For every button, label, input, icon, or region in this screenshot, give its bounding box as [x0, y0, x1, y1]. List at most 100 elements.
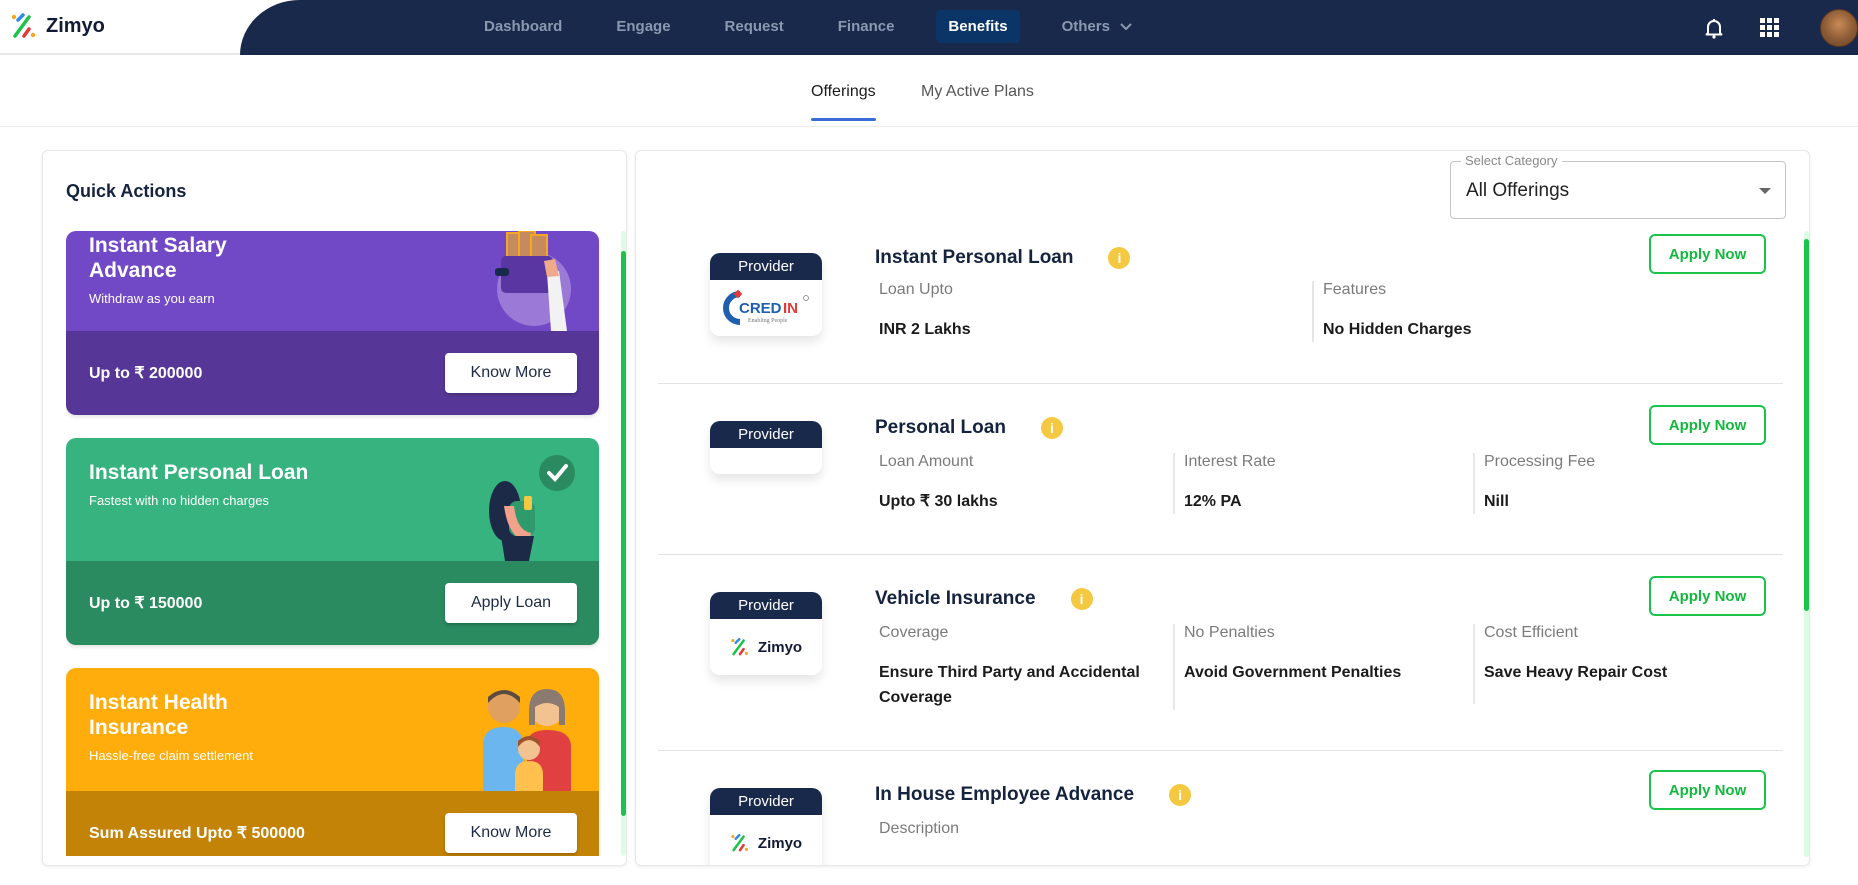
provider-card: Provider Zimyo [710, 788, 822, 865]
provider-zimyo-logo: Zimyo [710, 619, 822, 675]
info-icon[interactable]: i [1070, 588, 1093, 610]
offering-row: Provider Personal Loan i Apply Now Loan … [658, 385, 1783, 555]
card-header: Instant Health Insurance Hassle-free cla… [66, 668, 599, 791]
nav-dashboard[interactable]: Dashboard [472, 10, 574, 43]
zimyo-logo-icon [731, 833, 748, 852]
offerings-scrollbar-thumb[interactable] [1804, 239, 1809, 611]
credin-logo: CRED IN Enabling People [710, 280, 822, 336]
offering-field: Description [876, 820, 1276, 856]
nav-benefits-label: Benefits [948, 18, 1008, 35]
field-label: Loan Upto [879, 281, 953, 298]
tab-my-active-plans[interactable]: My Active Plans [921, 83, 1034, 121]
field-value: Avoid Government Penalties [1184, 664, 1402, 681]
zimyo-logo[interactable]: Zimyo [10, 12, 105, 40]
field-value: No Hidden Charges [1323, 321, 1472, 338]
field-label: Features [1323, 281, 1387, 298]
nav-finance[interactable]: Finance [826, 10, 907, 43]
card-footer: Up to ₹ 200000 Know More [66, 331, 599, 415]
provider-card: Provider CRED IN Enabling People [710, 253, 822, 336]
offering-fields: Description [876, 820, 1276, 856]
category-select-value: All Offerings [1466, 180, 1570, 201]
quick-action-card-salary-advance: Instant Salary Advance Withdraw as you e… [66, 231, 599, 415]
offering-title-text: Vehicle Insurance [875, 588, 1036, 609]
quick-actions-list: Instant Salary Advance Withdraw as you e… [66, 231, 601, 856]
field-value: INR 2 Lakhs [879, 321, 971, 338]
offering-row: Provider CRED IN Enabling People Instant… [658, 231, 1783, 384]
provider-label: Provider [710, 788, 822, 815]
info-icon[interactable]: i [1169, 784, 1192, 806]
provider-logo-text: Zimyo [757, 834, 803, 852]
nav-dashboard-label: Dashboard [484, 18, 563, 35]
card-amount: Up to ₹ 200000 [89, 365, 203, 382]
wallet-illustration-icon [495, 231, 571, 331]
provider-logo-empty [710, 448, 822, 474]
zimyo-logo-icon [731, 637, 748, 656]
info-icon[interactable]: i [1040, 417, 1063, 439]
field-value: Nill [1484, 493, 1509, 510]
apply-now-button[interactable]: Apply Now [1649, 405, 1766, 445]
card-header: Instant Salary Advance Withdraw as you e… [66, 231, 599, 331]
bell-icon[interactable] [1702, 16, 1726, 40]
quick-actions-title: Quick Actions [66, 181, 187, 201]
nav-request[interactable]: Request [713, 10, 796, 43]
zimyo-logo-icon [11, 13, 36, 38]
field-label: Interest Rate [1184, 453, 1276, 470]
nav-engage-label: Engage [616, 18, 671, 35]
offering-title-text: In House Employee Advance [875, 784, 1135, 805]
card-title: Instant Personal Loan [89, 461, 309, 484]
field-value: Save Heavy Repair Cost [1484, 664, 1668, 681]
apply-now-button[interactable]: Apply Now [1649, 576, 1766, 616]
card-header: Instant Personal Loan Fastest with no hi… [66, 438, 599, 561]
nav-request-label: Request [724, 18, 784, 35]
field-label: No Penalties [1184, 624, 1275, 641]
offering-title-text: Instant Personal Loan [875, 247, 1074, 268]
quick-action-card-health-insurance: Instant Health Insurance Hassle-free cla… [66, 668, 599, 856]
know-more-button[interactable]: Know More [445, 813, 577, 853]
svg-text:IN: IN [783, 300, 798, 317]
offering-field: Cost Efficient Save Heavy Repair Cost [1473, 624, 1773, 704]
apply-now-button[interactable]: Apply Now [1649, 234, 1766, 274]
offering-field: Interest Rate 12% PA [1173, 453, 1473, 514]
provider-card: Provider [710, 421, 822, 474]
offering-row: Provider Zimyo Vehicle Insurance i Apply… [658, 556, 1783, 751]
woman-with-phone-illustration-icon [489, 455, 575, 561]
offering-title: In House Employee Advance i [875, 784, 1192, 806]
offering-field: Loan Amount Upto ₹ 30 lakhs [876, 453, 1173, 514]
provider-label: Provider [710, 253, 822, 280]
nav-icons [1702, 0, 1858, 55]
field-label: Coverage [879, 624, 949, 641]
offering-row: Provider Zimyo In House Employee Advance… [658, 752, 1783, 865]
quick-actions-scrollbar-thumb[interactable] [621, 251, 626, 816]
card-amount: Up to ₹ 150000 [89, 595, 203, 612]
apply-loan-button[interactable]: Apply Loan [445, 583, 577, 623]
offering-field: Features No Hidden Charges [1312, 281, 1712, 342]
field-label: Description [879, 820, 960, 837]
card-footer: Sum Assured Upto ₹ 500000 Know More [66, 791, 599, 856]
top-navbar: Zimyo Dashboard Engage Request Finance B… [0, 0, 1858, 55]
svg-text:CRED: CRED [739, 300, 782, 317]
nav-others[interactable]: Others [1050, 10, 1144, 43]
field-label: Loan Amount [879, 453, 974, 470]
apps-grid-icon[interactable] [1760, 17, 1780, 38]
provider-card: Provider Zimyo [710, 592, 822, 675]
offering-title: Vehicle Insurance i [875, 588, 1093, 610]
user-avatar[interactable] [1820, 8, 1858, 47]
offering-field: Loan Upto INR 2 Lakhs [876, 281, 1312, 342]
offering-field: Coverage Ensure Third Party and Accident… [876, 624, 1173, 710]
info-icon[interactable]: i [1108, 247, 1131, 269]
category-select-label: Select Category [1461, 153, 1562, 168]
offering-fields: Loan Upto INR 2 Lakhs Features No Hidden… [876, 281, 1712, 342]
main-nav: Dashboard Engage Request Finance Benefit… [472, 10, 1174, 43]
field-value: Upto ₹ 30 lakhs [879, 493, 998, 510]
quick-action-card-personal-loan: Instant Personal Loan Fastest with no hi… [66, 438, 599, 645]
caret-down-icon [1759, 188, 1771, 194]
nav-benefits[interactable]: Benefits [936, 10, 1020, 43]
app-name: Zimyo [46, 14, 105, 37]
offering-title: Instant Personal Loan i [875, 247, 1131, 269]
know-more-button[interactable]: Know More [445, 353, 577, 393]
card-title: Instant Health Insurance [89, 691, 228, 739]
nav-engage[interactable]: Engage [604, 10, 682, 43]
tab-offerings[interactable]: Offerings [811, 83, 876, 121]
category-select[interactable]: Select Category All Offerings [1450, 153, 1786, 219]
apply-now-button[interactable]: Apply Now [1649, 770, 1766, 810]
